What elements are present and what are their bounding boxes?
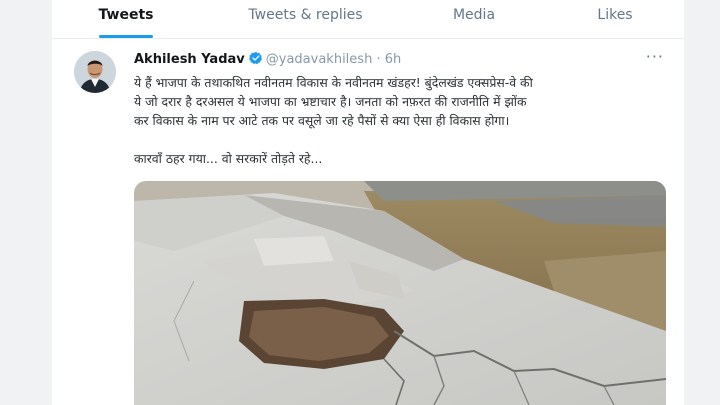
tweet-media-image[interactable] — [134, 181, 666, 405]
tweet-text-line-4: कारवाँ ठहर गया... वो सरकारें तोड़ते रहे.… — [134, 151, 323, 166]
author-handle[interactable]: @yadavakhilesh — [266, 52, 373, 67]
tweet-header: Akhilesh Yadav @yadavakhilesh · 6h — [134, 51, 401, 71]
tweet[interactable]: Akhilesh Yadav @yadavakhilesh · 6h ··· य… — [52, 39, 684, 405]
header-separator: · — [376, 52, 381, 67]
tab-likes[interactable]: Likes — [586, 0, 644, 38]
tab-media[interactable]: Media — [444, 0, 504, 38]
tweet-text: ये हैं भाजपा के तथाकथित नवीनतम विकास के … — [134, 73, 674, 130]
verified-badge-icon — [248, 51, 262, 65]
tweet-text-line-3: कर विकास के नाम पर आटे तक पर वसूले जा रह… — [134, 113, 510, 128]
right-gutter — [683, 0, 720, 405]
tweet-text-line-2: ये जो दरार है दरअसल ये भाजपा का भ्रष्टाच… — [134, 94, 527, 109]
profile-timeline-panel: Tweets Tweets & replies Media Likes Akhi… — [52, 0, 684, 405]
left-gutter — [0, 0, 53, 405]
tweet-timestamp[interactable]: 6h — [385, 52, 402, 67]
photo-of-cracked-road-icon — [134, 181, 666, 405]
more-options-icon[interactable]: ··· — [646, 47, 664, 66]
tweet-text-line-1: ये हैं भाजपा के तथाकथित नवीनतम विकास के … — [134, 75, 533, 90]
active-tab-indicator — [99, 35, 153, 38]
user-avatar-icon — [74, 51, 116, 93]
profile-tabs: Tweets Tweets & replies Media Likes — [52, 0, 684, 39]
tab-tweets[interactable]: Tweets — [87, 0, 165, 38]
tab-tweets-and-replies[interactable]: Tweets & replies — [238, 0, 373, 38]
author-name[interactable]: Akhilesh Yadav — [134, 52, 245, 67]
avatar[interactable] — [74, 51, 116, 93]
